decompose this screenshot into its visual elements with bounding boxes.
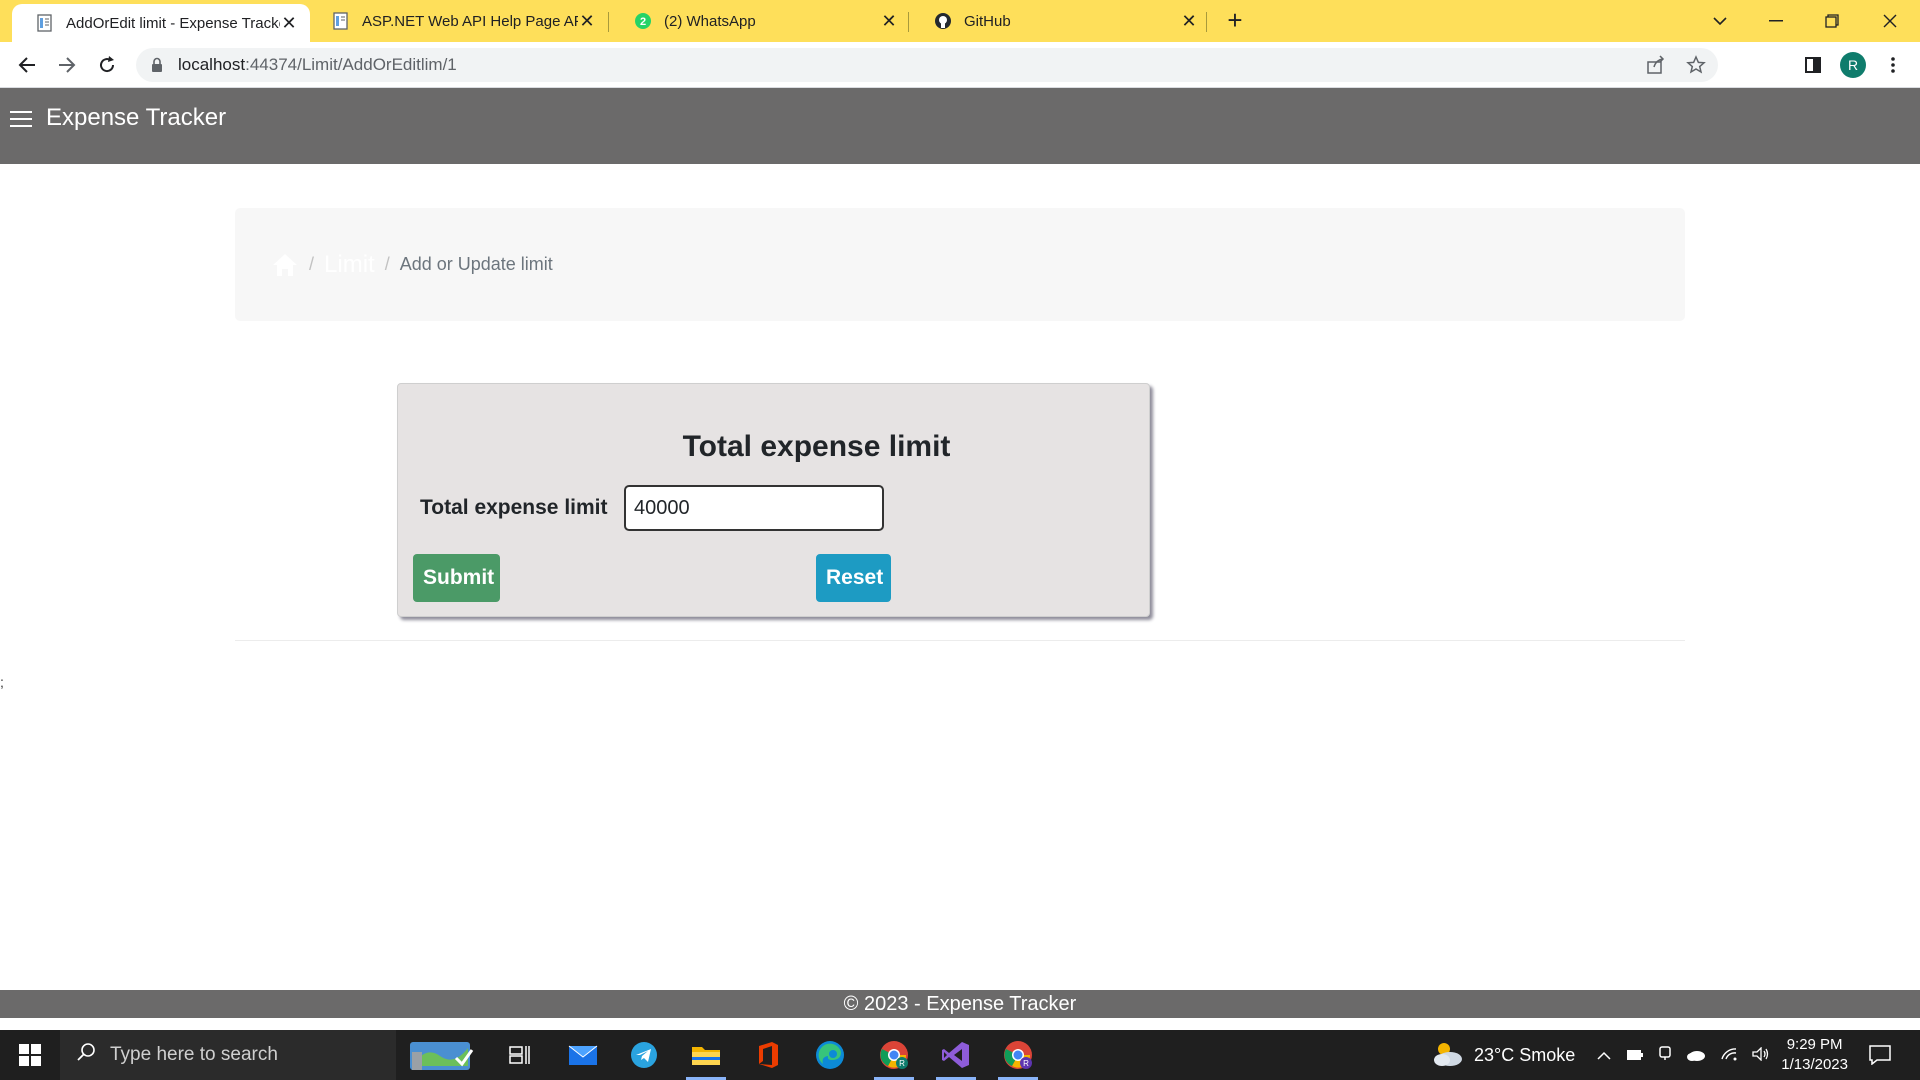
breadcrumb-separator: / xyxy=(384,254,390,274)
wifi-icon[interactable] xyxy=(1720,1045,1738,1066)
lock-icon[interactable] xyxy=(150,57,166,73)
tab-separator xyxy=(908,12,909,32)
taskbar-clock[interactable]: 9:29 PM 1/13/2023 xyxy=(1781,1035,1848,1075)
telegram-icon[interactable] xyxy=(614,1030,674,1080)
onedrive-cloud-icon[interactable] xyxy=(1686,1045,1706,1066)
bookmark-star-icon[interactable] xyxy=(1686,55,1706,80)
visual-studio-icon[interactable] xyxy=(926,1030,986,1080)
kebab-menu-icon[interactable] xyxy=(1878,50,1908,80)
stray-text: ; xyxy=(0,674,4,690)
url-host: localhost xyxy=(178,55,246,74)
office-icon[interactable] xyxy=(738,1030,798,1080)
news-widget-icon[interactable] xyxy=(396,1030,486,1080)
tab-close-icon[interactable]: ✕ xyxy=(1180,11,1198,31)
total-expense-limit-label: Total expense limit xyxy=(420,496,608,519)
side-panel-icon[interactable] xyxy=(1798,50,1828,80)
volume-icon[interactable] xyxy=(1752,1045,1770,1066)
tab-addoredit-limit[interactable]: AddOrEdit limit - Expense Tracker ✕ xyxy=(12,4,310,42)
github-icon xyxy=(934,12,952,30)
content-divider xyxy=(235,640,1685,641)
home-icon[interactable] xyxy=(271,252,299,278)
system-tray-icons xyxy=(1596,1030,1770,1080)
battery-icon[interactable] xyxy=(1626,1045,1644,1066)
restore-icon[interactable] xyxy=(1804,0,1860,42)
file-explorer-icon[interactable] xyxy=(676,1030,736,1080)
url-path: :44374/Limit/AddOrEditlim/1 xyxy=(245,55,457,74)
profile-initial: R xyxy=(1840,52,1866,78)
tab-title: GitHub xyxy=(964,12,1011,30)
tab-whatsapp[interactable]: 2 (2) WhatsApp ✕ xyxy=(610,0,910,42)
tab-badge: 2 xyxy=(640,16,646,28)
chrome-profile-initial: R xyxy=(899,1059,905,1068)
tab-close-icon[interactable]: ✕ xyxy=(880,11,898,31)
chrome-profile-initial: R xyxy=(1023,1059,1029,1068)
weather-widget[interactable]: 23°C Smoke xyxy=(1430,1030,1575,1080)
tab-title: AddOrEdit limit - Expense Tracker xyxy=(66,14,280,32)
browser-tab-strip: AddOrEdit limit - Expense Tracker ✕ ASP.… xyxy=(0,0,1920,42)
cloud-weather-icon xyxy=(1430,1039,1464,1072)
whatsapp-icon: 2 xyxy=(634,12,652,30)
breadcrumb: / Limit / Add or Update limit xyxy=(235,208,1685,321)
task-view-icon[interactable] xyxy=(490,1030,550,1080)
new-tab-plus-icon[interactable]: + xyxy=(1222,7,1248,34)
forward-arrow-icon[interactable] xyxy=(52,50,82,80)
document-icon xyxy=(36,14,54,32)
tab-github[interactable]: GitHub ✕ xyxy=(910,0,1210,42)
back-arrow-icon[interactable] xyxy=(12,50,42,80)
app-header: Expense Tracker xyxy=(0,88,1920,164)
mail-icon[interactable] xyxy=(553,1030,613,1080)
tab-separator xyxy=(1206,12,1207,32)
browser-toolbar: localhost:44374/Limit/AddOrEditlim/1 R xyxy=(0,42,1920,88)
document-icon xyxy=(332,12,350,30)
breadcrumb-limit-link[interactable]: Limit xyxy=(324,251,375,279)
address-bar[interactable]: localhost:44374/Limit/AddOrEditlim/1 xyxy=(136,48,1718,82)
chrome-icon[interactable]: R xyxy=(864,1030,924,1080)
windows-start-icon[interactable] xyxy=(0,1030,60,1080)
close-window-icon[interactable] xyxy=(1862,0,1918,42)
chevron-up-icon[interactable] xyxy=(1596,1045,1612,1066)
reset-button[interactable]: Reset xyxy=(816,554,891,602)
total-expense-limit-input[interactable] xyxy=(624,485,884,531)
taskbar-search-placeholder: Type here to search xyxy=(110,1044,278,1065)
hamburger-menu-icon[interactable] xyxy=(10,108,32,130)
tab-title: (2) WhatsApp xyxy=(664,12,756,30)
tab-separator xyxy=(608,12,609,32)
limit-form-card: Total expense limit Total expense limit … xyxy=(397,383,1150,617)
edge-icon[interactable] xyxy=(800,1030,860,1080)
meet-icon[interactable] xyxy=(1658,1045,1672,1066)
share-icon[interactable] xyxy=(1646,55,1666,80)
url-text: localhost:44374/Limit/AddOrEditlim/1 xyxy=(178,55,457,75)
clock-date: 1/13/2023 xyxy=(1781,1056,1848,1073)
breadcrumb-separator: / xyxy=(309,254,315,274)
submit-button[interactable]: Submit xyxy=(413,554,500,602)
breadcrumb-current: Add or Update limit xyxy=(399,254,553,274)
windows-taskbar: Type here to search R R 23°C Smoke 9:29 … xyxy=(0,1030,1920,1080)
clock-time: 9:29 PM xyxy=(1786,1036,1843,1053)
reload-icon[interactable] xyxy=(92,50,122,80)
profile-avatar[interactable]: R xyxy=(1838,50,1868,80)
tab-close-icon[interactable]: ✕ xyxy=(280,13,298,33)
chrome-icon-2[interactable]: R xyxy=(988,1030,1048,1080)
minimize-icon[interactable] xyxy=(1748,0,1804,42)
tab-title: ASP.NET Web API Help Page API xyxy=(362,12,578,30)
tab-search-chevron-icon[interactable] xyxy=(1692,0,1748,42)
tab-aspnet-help[interactable]: ASP.NET Web API Help Page API ✕ xyxy=(308,0,608,42)
form-title: Total expense limit xyxy=(682,430,951,463)
weather-text: 23°C Smoke xyxy=(1474,1044,1576,1065)
tab-close-icon[interactable]: ✕ xyxy=(578,11,596,31)
search-icon xyxy=(76,1042,96,1068)
app-title[interactable]: Expense Tracker xyxy=(46,104,226,132)
notifications-icon[interactable] xyxy=(1850,1030,1910,1080)
page-footer: © 2023 - Expense Tracker xyxy=(0,990,1920,1018)
taskbar-search-box[interactable]: Type here to search xyxy=(60,1030,396,1080)
